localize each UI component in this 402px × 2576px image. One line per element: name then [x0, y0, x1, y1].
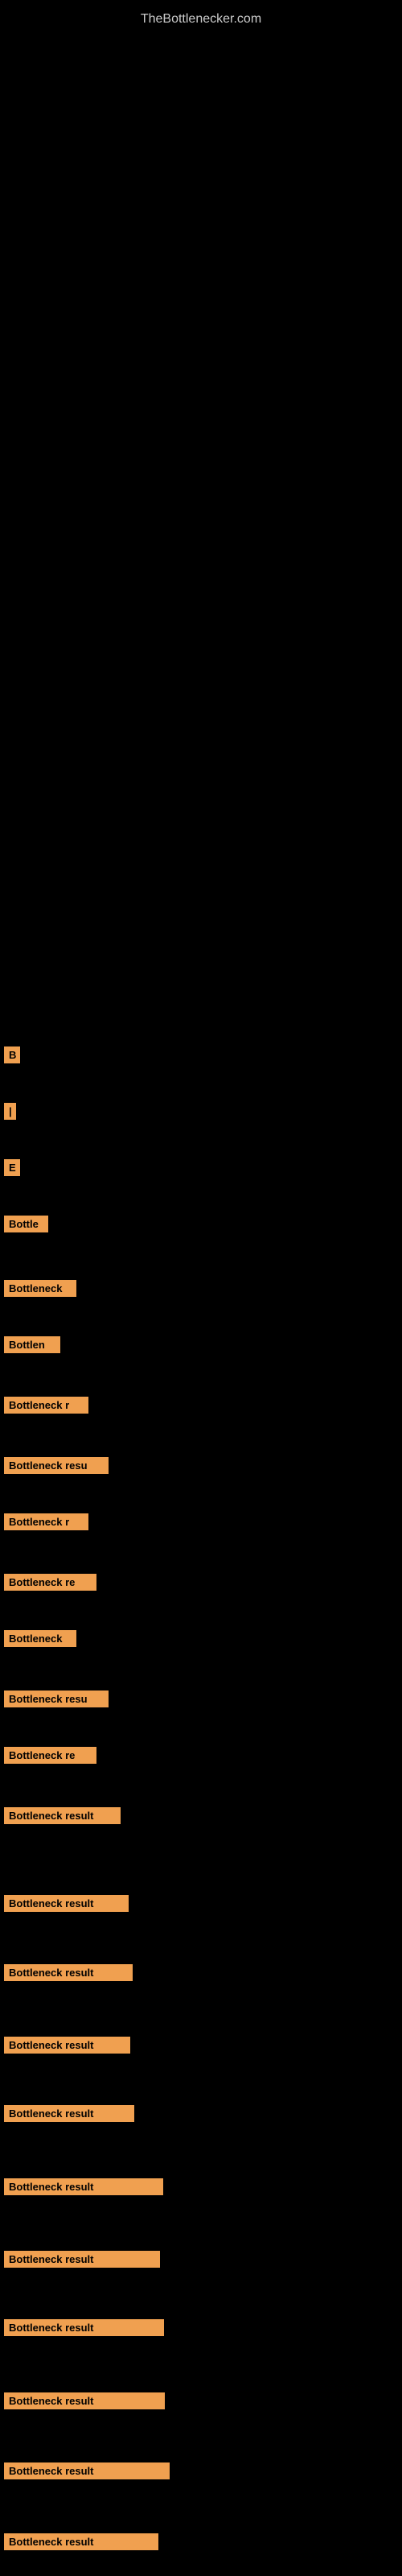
- bottleneck-result-label: B: [4, 1046, 20, 1063]
- bottleneck-item: Bottleneck re: [4, 1747, 96, 1768]
- bottleneck-item: Bottleneck result: [4, 2533, 158, 2554]
- bottleneck-result-label: Bottleneck result: [4, 2178, 163, 2195]
- bottleneck-item: Bottleneck: [4, 1280, 76, 1301]
- bottleneck-item: Bottleneck r: [4, 1397, 88, 1418]
- bottleneck-result-label: Bottleneck result: [4, 1807, 121, 1824]
- bottleneck-result-label: Bottleneck result: [4, 2319, 164, 2336]
- bottleneck-result-label: Bottleneck r: [4, 1513, 88, 1530]
- bottleneck-item: Bottleneck result: [4, 1895, 129, 1916]
- bottleneck-item: Bottleneck result: [4, 2392, 165, 2413]
- bottleneck-item: Bottleneck result: [4, 1807, 121, 1828]
- bottleneck-item: Bottleneck r: [4, 1513, 88, 1534]
- bottleneck-item: Bottleneck result: [4, 1964, 133, 1985]
- bottleneck-result-label: Bottleneck result: [4, 1895, 129, 1912]
- bottleneck-result-label: Bottleneck result: [4, 2251, 160, 2268]
- bottleneck-result-label: Bottleneck re: [4, 1747, 96, 1764]
- bottleneck-result-label: Bottleneck: [4, 1280, 76, 1297]
- bottleneck-item: B: [4, 1046, 20, 1067]
- bottleneck-result-label: Bottleneck result: [4, 2105, 134, 2122]
- bottleneck-item: Bottleneck result: [4, 2037, 130, 2058]
- bottleneck-result-label: Bottleneck result: [4, 2533, 158, 2550]
- bottleneck-item: Bottleneck result: [4, 2319, 164, 2340]
- bottleneck-result-label: Bottleneck result: [4, 1964, 133, 1981]
- bottleneck-result-label: Bottleneck resu: [4, 1690, 109, 1707]
- bottleneck-item: E: [4, 1159, 20, 1180]
- bottleneck-item: Bottlen: [4, 1336, 60, 1357]
- bottleneck-result-label: Bottleneck result: [4, 2037, 130, 2054]
- bottleneck-item: |: [4, 1103, 16, 1124]
- bottleneck-item: Bottleneck result: [4, 2178, 163, 2199]
- bottleneck-result-label: Bottleneck re: [4, 1574, 96, 1591]
- bottleneck-item: Bottleneck resu: [4, 1457, 109, 1478]
- bottleneck-result-label: Bottleneck r: [4, 1397, 88, 1414]
- bottleneck-result-label: Bottlen: [4, 1336, 60, 1353]
- bottleneck-item: Bottleneck result: [4, 2251, 160, 2272]
- bottleneck-result-label: Bottleneck result: [4, 2392, 165, 2409]
- bottleneck-result-label: Bottleneck result: [4, 2462, 170, 2479]
- bottleneck-result-label: Bottleneck: [4, 1630, 76, 1647]
- bottleneck-result-label: Bottleneck resu: [4, 1457, 109, 1474]
- bottleneck-item: Bottleneck result: [4, 2462, 170, 2483]
- bottleneck-item: Bottleneck: [4, 1630, 76, 1651]
- bottleneck-item: Bottleneck re: [4, 1574, 96, 1595]
- bottleneck-item: Bottleneck result: [4, 2105, 134, 2126]
- bottleneck-item: Bottle: [4, 1216, 48, 1236]
- bottleneck-item: Bottleneck resu: [4, 1690, 109, 1711]
- bottleneck-result-label: E: [4, 1159, 20, 1176]
- bottleneck-result-label: Bottle: [4, 1216, 48, 1232]
- bottleneck-result-label: |: [4, 1103, 16, 1120]
- site-title: TheBottlenecker.com: [0, 4, 402, 35]
